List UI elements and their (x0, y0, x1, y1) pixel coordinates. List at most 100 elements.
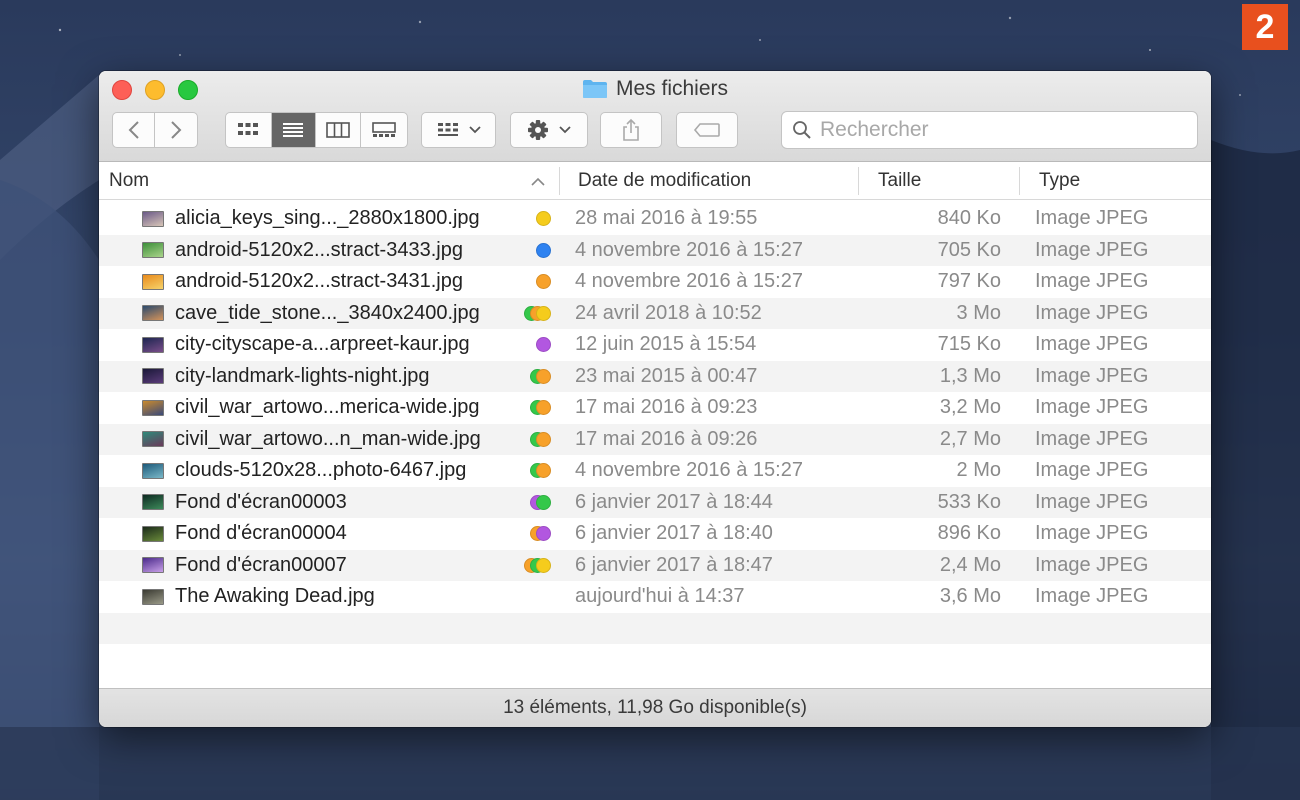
action-menu-button[interactable] (510, 112, 588, 148)
file-name: alicia_keys_sing..._2880x1800.jpg (175, 207, 480, 230)
tag-yellow-dot (536, 557, 551, 573)
image-file-icon (142, 329, 164, 361)
file-row[interactable]: android-5120x2...stract-3431.jpg 4 novemb… (99, 266, 1211, 298)
file-row[interactable]: clouds-5120x28...photo-6467.jpg 4 novembr… (99, 455, 1211, 487)
image-file-icon (142, 392, 164, 424)
file-date: 17 mai 2016 à 09:23 (575, 396, 758, 419)
column-header-date-label: Date de modification (578, 170, 752, 191)
gallery-view-button[interactable] (361, 113, 407, 147)
file-size: 705 Ko (937, 238, 1001, 261)
file-date: 17 mai 2016 à 09:26 (575, 427, 758, 450)
tag-icon (693, 123, 720, 137)
file-size: 2,4 Mo (939, 553, 1001, 576)
file-tags (499, 203, 551, 235)
file-row[interactable]: city-cityscape-a...arpreet-kaur.jpg 12 ju… (99, 329, 1211, 361)
file-type: Image JPEG (1035, 522, 1149, 545)
gallery-icon (371, 122, 396, 137)
thumbnail-icon (142, 336, 164, 353)
thumbnail-icon (142, 525, 164, 542)
group-by-button[interactable] (421, 112, 496, 148)
file-date: 28 mai 2016 à 19:55 (575, 207, 758, 230)
forward-button[interactable] (155, 113, 197, 147)
file-row[interactable]: civil_war_artowo...merica-wide.jpg 17 mai… (99, 392, 1211, 424)
column-header-name-label: Nom (109, 170, 150, 191)
status-bar: 13 éléments, 11,98 Go disponible(s) (99, 688, 1211, 727)
tags-button[interactable] (676, 112, 738, 148)
file-date: 4 novembre 2016 à 15:27 (575, 238, 803, 261)
list-icon (283, 123, 304, 137)
file-tags (499, 487, 551, 519)
file-row[interactable]: Fond d'écran00007 6 janvier 2017 à 18:47 2… (99, 549, 1211, 582)
thumbnail-icon (142, 399, 164, 416)
file-type: Image JPEG (1035, 207, 1149, 230)
file-tags (499, 361, 551, 393)
search-field[interactable] (781, 111, 1198, 149)
file-row[interactable]: The Awaking Dead.jpg aujourd'hui à 14:37 3… (99, 581, 1211, 613)
image-file-icon (142, 581, 164, 613)
file-row[interactable]: city-landmark-lights-night.jpg 23 mai 201… (99, 360, 1211, 393)
thumbnail-icon (142, 210, 164, 227)
file-tags (499, 235, 551, 267)
file-row[interactable]: civil_war_artowo...n_man-wide.jpg 17 mai … (99, 423, 1211, 456)
column-separator[interactable] (1019, 167, 1020, 195)
file-list: alicia_keys_sing..._2880x1800.jpg 28 mai … (99, 203, 1211, 676)
file-size: 3 Mo (956, 301, 1001, 324)
file-size: 3,6 Mo (939, 585, 1001, 608)
search-input[interactable] (820, 118, 1180, 142)
file-row[interactable]: android-5120x2...stract-3433.jpg 4 novemb… (99, 234, 1211, 267)
column-header-type[interactable]: Type (1029, 162, 1209, 200)
file-date: 4 novembre 2016 à 15:27 (575, 459, 803, 482)
share-button[interactable] (600, 112, 662, 148)
thumbnail-icon (142, 557, 164, 574)
back-button[interactable] (113, 113, 156, 147)
column-header-date[interactable]: Date de modification (568, 162, 858, 200)
list-view-button[interactable] (271, 113, 317, 147)
file-date: 12 juin 2015 à 15:54 (575, 333, 757, 356)
file-size: 2,7 Mo (939, 427, 1001, 450)
thumbnail-icon (142, 368, 164, 385)
file-size: 533 Ko (937, 490, 1001, 513)
tag-blue-dot (536, 242, 551, 258)
file-type: Image JPEG (1035, 333, 1149, 356)
image-file-icon (142, 518, 164, 550)
thumbnail-icon (142, 305, 164, 322)
file-size: 715 Ko (937, 333, 1001, 356)
search-icon (793, 121, 811, 139)
file-date: 23 mai 2015 à 00:47 (575, 364, 758, 387)
column-separator[interactable] (858, 167, 859, 195)
file-name: android-5120x2...stract-3433.jpg (175, 238, 463, 261)
thumbnail-icon (142, 588, 164, 605)
tag-orange-dot (536, 463, 551, 479)
file-row[interactable]: Fond d'écran00003 6 janvier 2017 à 18:44 5… (99, 486, 1211, 519)
tag-orange-dot (536, 400, 551, 416)
file-row[interactable]: Fond d'écran00004 6 janvier 2017 à 18:40 8… (99, 518, 1211, 550)
image-file-icon (142, 424, 164, 456)
image-file-icon (142, 487, 164, 519)
column-separator[interactable] (559, 167, 560, 195)
image-file-icon (142, 235, 164, 267)
file-name: civil_war_artowo...n_man-wide.jpg (175, 427, 481, 450)
file-row[interactable]: cave_tide_stone..._3840x2400.jpg 24 avril… (99, 297, 1211, 329)
file-size: 3,2 Mo (939, 396, 1001, 419)
tag-orange-dot (536, 368, 551, 384)
icon-view-button[interactable] (226, 113, 272, 147)
file-tags (499, 518, 551, 550)
tag-yellow-dot (536, 305, 551, 321)
column-header-name[interactable]: Nom (99, 162, 559, 200)
gear-icon (528, 120, 548, 140)
file-date: 6 janvier 2017 à 18:40 (575, 522, 773, 545)
file-name: android-5120x2...stract-3431.jpg (175, 270, 463, 293)
window-title-text: Mes fichiers (615, 77, 729, 100)
column-view-button[interactable] (316, 113, 361, 147)
empty-row (99, 644, 1211, 676)
file-row[interactable]: alicia_keys_sing..._2880x1800.jpg 28 mai … (99, 203, 1211, 235)
share-icon (623, 118, 639, 141)
file-tags (499, 581, 551, 613)
file-type: Image JPEG (1035, 301, 1149, 324)
image-file-icon (142, 550, 164, 582)
image-file-icon (142, 266, 164, 298)
file-name: The Awaking Dead.jpg (175, 585, 375, 608)
tag-yellow-dot (536, 211, 551, 227)
chevron-down-icon (468, 126, 481, 134)
column-header-size[interactable]: Taille (868, 162, 1018, 200)
